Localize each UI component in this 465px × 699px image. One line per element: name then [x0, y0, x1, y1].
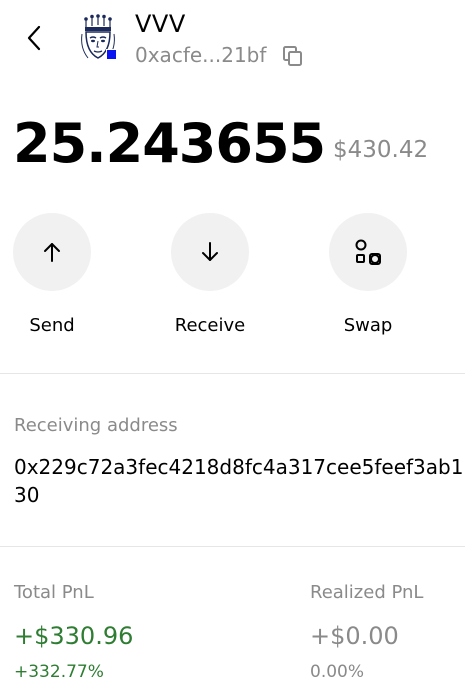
- header: VVV 0xacfe...21bf: [0, 0, 465, 80]
- copy-address-button[interactable]: [281, 44, 305, 68]
- back-button[interactable]: [20, 22, 48, 54]
- send-circle: [13, 213, 91, 291]
- copy-icon: [283, 46, 302, 66]
- send-label: Send: [29, 315, 75, 336]
- token-name: VVV: [135, 10, 186, 38]
- receiving-address-label: Receiving address: [14, 415, 178, 436]
- token-address: 0xacfe...21bf: [135, 43, 267, 67]
- chain-badge: [106, 49, 117, 60]
- token-detail-page: VVV 0xacfe...21bf 25.243655 $430.42 Send: [0, 0, 465, 699]
- receive-circle: [171, 213, 249, 291]
- total-pnl-percent: +332.77%: [14, 662, 104, 682]
- total-pnl-label: Total PnL: [14, 582, 94, 603]
- swap-button[interactable]: Swap: [313, 213, 423, 343]
- swap-label: Swap: [343, 315, 393, 336]
- swap-icon: [355, 239, 381, 265]
- arrow-up-icon: [44, 243, 60, 262]
- balance-usd-value: $430.42: [333, 137, 429, 163]
- realized-pnl-label: Realized PnL: [310, 582, 424, 603]
- total-pnl-value: +$330.96: [14, 622, 134, 650]
- divider: [0, 373, 465, 374]
- receive-button[interactable]: Receive: [155, 213, 265, 343]
- arrow-down-icon: [202, 242, 218, 261]
- chevron-left-icon: [27, 25, 41, 51]
- receive-label: Receive: [174, 315, 246, 336]
- realized-pnl-percent: 0.00%: [310, 662, 365, 682]
- divider: [0, 546, 465, 547]
- realized-pnl-value: +$0.00: [310, 622, 399, 650]
- receiving-address-value[interactable]: 0x229c72a3fec4218d8fc4a317cee5feef3ab130: [14, 453, 465, 509]
- token-balance: 25.243655: [13, 112, 326, 175]
- send-button[interactable]: Send: [0, 213, 107, 343]
- swap-circle: [329, 213, 407, 291]
